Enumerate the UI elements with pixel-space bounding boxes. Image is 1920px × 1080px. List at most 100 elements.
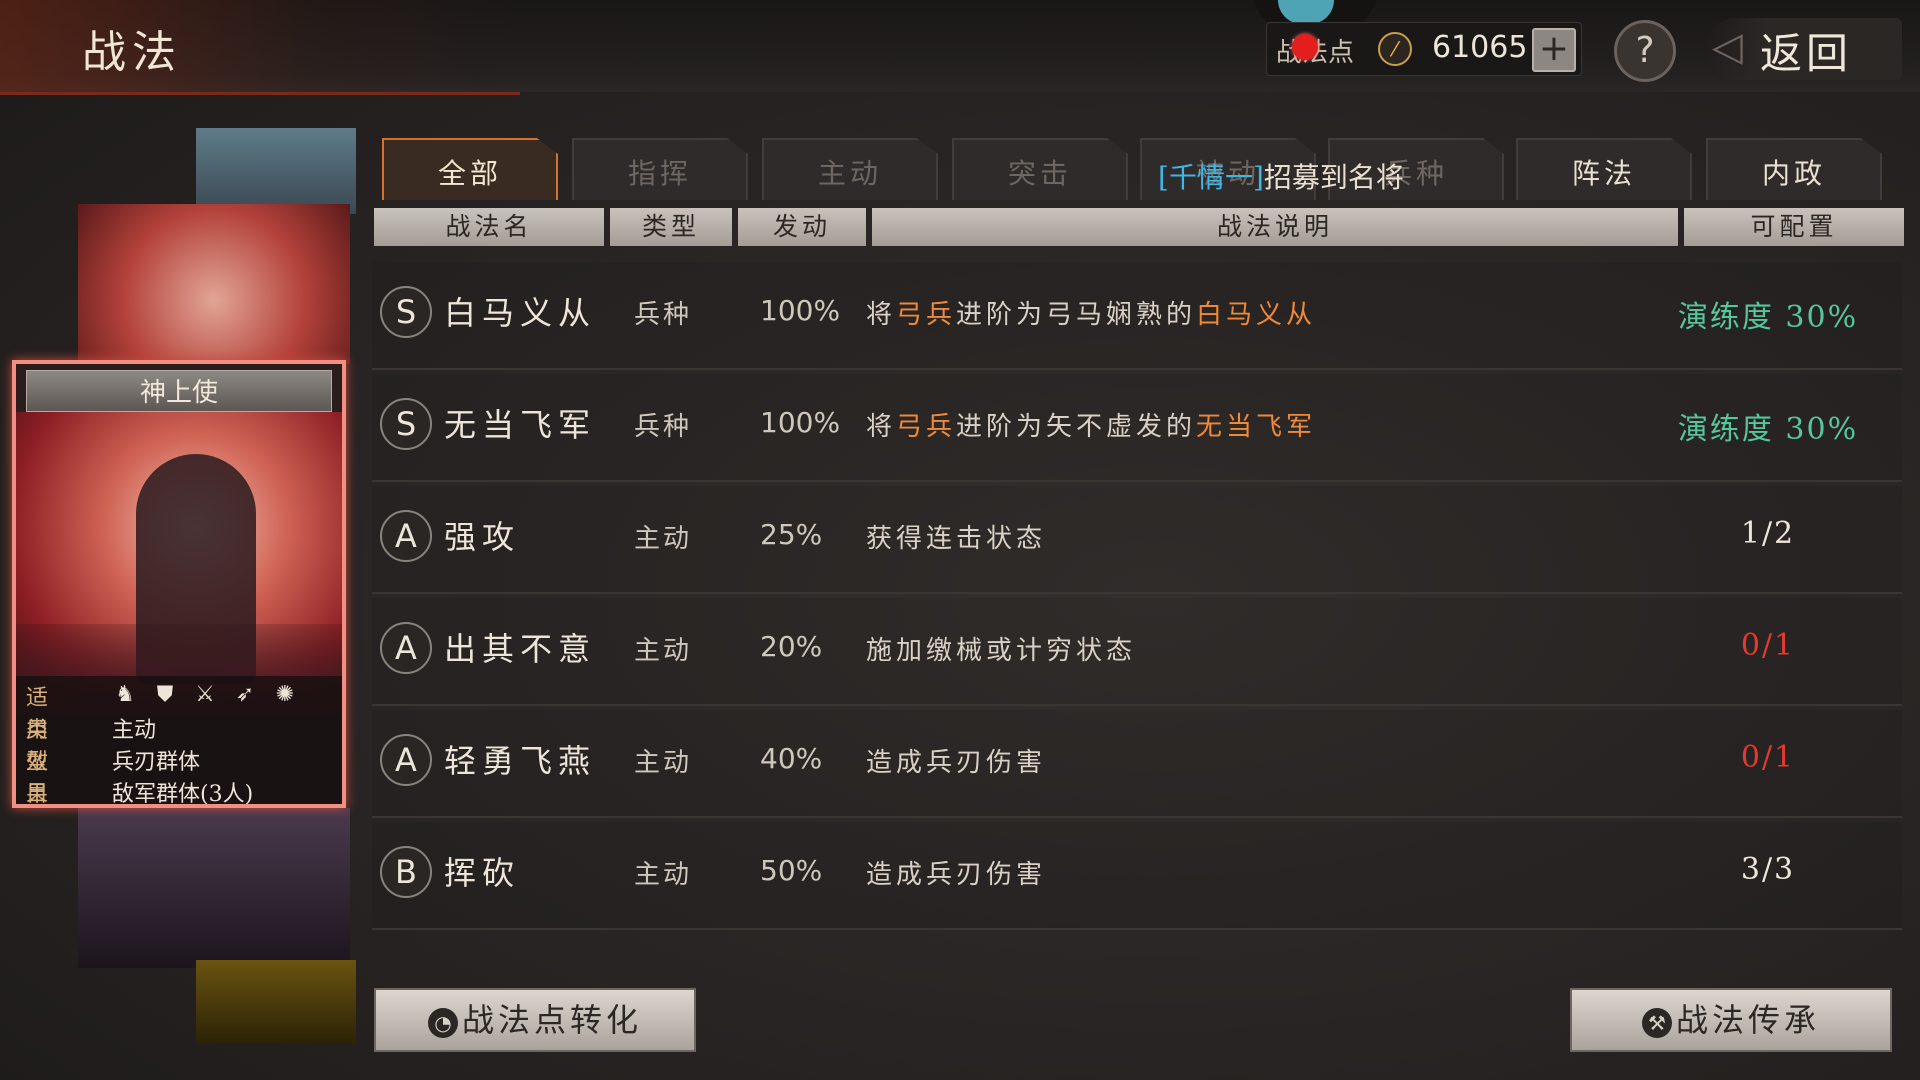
skill-description: 造成兵刃伤害 <box>866 860 1047 890</box>
crossed-swords-icon: ⚔ <box>195 682 215 707</box>
tab-internal[interactable]: 内政 <box>1706 138 1882 200</box>
skill-card-thumbnail[interactable] <box>196 128 356 214</box>
inherit-skill-button[interactable]: ⚒ 战法传承 <box>1570 988 1892 1052</box>
archer-icon: ➶ <box>235 682 255 707</box>
tab-label: 全部 <box>437 157 502 190</box>
question-icon: ? <box>1635 30 1655 71</box>
skill-type: 兵种 <box>634 300 693 330</box>
help-button[interactable]: ? <box>1614 20 1676 82</box>
hammer-icon: ⚒ <box>1641 1007 1672 1038</box>
skill-type: 主动 <box>634 636 693 666</box>
table-row[interactable]: S 无当飞军 兵种 100% 将弓兵进阶为矢不虚发的无当飞军 演练度 30% <box>372 374 1902 482</box>
tab-formation[interactable]: 阵法 <box>1516 138 1692 200</box>
fire-coin-icon: ⁄ <box>1378 32 1412 66</box>
convert-label: 战法点转化 <box>461 1001 642 1039</box>
column-header-type[interactable]: 类型 <box>610 208 732 246</box>
skill-name: 出其不意 <box>444 630 597 668</box>
add-currency-button[interactable]: + <box>1532 28 1576 72</box>
desc-text: 将 <box>866 300 897 330</box>
notice-bracket: [ <box>1158 161 1169 194</box>
column-header-description: 战法说明 <box>872 208 1678 246</box>
skill-name: 无当飞军 <box>444 406 597 444</box>
tab-label: 指挥 <box>627 157 692 190</box>
card-title: 神上使 <box>139 378 218 408</box>
page-title: 战法 <box>82 27 182 78</box>
skill-type: 主动 <box>634 860 693 890</box>
cavalry-icon: ♞ <box>115 682 135 707</box>
siege-icon: ✺ <box>275 682 295 707</box>
recruit-notice: [千情一]招募到名将 <box>1158 156 1404 196</box>
stat-value: 敌军群体(3人) <box>112 782 254 807</box>
tab-command[interactable]: 指挥 <box>572 138 748 200</box>
tab-label: 主动 <box>817 157 882 190</box>
grade-badge: A <box>380 622 432 674</box>
notice-text: 招募到名将 <box>1263 161 1404 194</box>
notice-bracket: ] <box>1252 161 1264 194</box>
title-banner <box>0 0 520 95</box>
skill-type: 兵种 <box>634 412 693 442</box>
currency-value: 61065 <box>1432 30 1528 65</box>
table-row[interactable]: B 挥砍 主动 50% 造成兵刃伤害 3/3 <box>372 822 1902 930</box>
grade-badge: B <box>380 846 432 898</box>
desc-text: 进阶为矢不虚发的 <box>956 412 1197 442</box>
skill-rate: 40% <box>760 742 823 775</box>
selected-skill-card[interactable]: 神上使 适用 ♞ ⛊ ⚔ ➶ ✺ 类型 主动 效果 兵刃群体 目标 敌军群体(3… <box>12 360 346 808</box>
skill-type: 主动 <box>634 748 693 778</box>
table-row[interactable]: S 白马义从 兵种 100% 将弓兵进阶为弓马娴熟的白马义从 演练度 30% <box>372 262 1902 370</box>
skill-rate: 100% <box>760 294 841 327</box>
skill-rate: 20% <box>760 630 823 663</box>
tab-label: 阵法 <box>1571 157 1636 190</box>
desc-highlight: 白马义从 <box>1196 300 1317 330</box>
skill-card-thumbnail[interactable] <box>78 808 350 968</box>
back-arrow-icon: ◁ <box>1712 24 1743 70</box>
skill-name: 白马义从 <box>444 294 597 332</box>
grade-badge: A <box>380 734 432 786</box>
convert-points-button[interactable]: ◔ 战法点转化 <box>374 988 696 1052</box>
skill-name: 挥砍 <box>444 854 521 892</box>
desc-highlight: 弓兵 <box>896 412 957 442</box>
skill-slot-status: 0/1 <box>1740 628 1796 663</box>
stat-key: 目标 <box>26 782 49 807</box>
skill-slot-status: 3/3 <box>1740 852 1796 887</box>
stat-value: 主动 <box>112 718 157 743</box>
tab-label: 内政 <box>1761 157 1826 190</box>
skill-rate: 25% <box>760 518 823 551</box>
column-header-trigger[interactable]: 发动 <box>738 208 866 246</box>
tab-active[interactable]: 主动 <box>762 138 938 200</box>
desc-text: 将 <box>866 412 897 442</box>
grade-badge: S <box>380 286 432 338</box>
skill-name: 强攻 <box>444 518 521 556</box>
column-header-name[interactable]: 战法名 <box>374 208 604 246</box>
card-stats-panel: 适用 ♞ ⛊ ⚔ ➶ ✺ 类型 主动 效果 兵刃群体 目标 敌军群体(3人) <box>16 676 342 807</box>
stat-value: 兵刃群体 <box>112 750 201 775</box>
notification-dot <box>1292 34 1318 60</box>
back-label[interactable]: 返回 <box>1760 20 1852 81</box>
tab-label: 突击 <box>1007 157 1072 190</box>
skill-rate: 100% <box>760 406 841 439</box>
desc-highlight: 弓兵 <box>896 300 957 330</box>
skill-slot-status: 1/2 <box>1740 516 1796 551</box>
desc-text: 进阶为弓马娴熟的 <box>956 300 1197 330</box>
shield-icon: ⛊ <box>156 682 174 707</box>
skill-description: 将弓兵进阶为矢不虚发的无当飞军 <box>866 406 1316 443</box>
skill-card-thumbnail[interactable] <box>78 204 350 364</box>
tab-assault[interactable]: 突击 <box>952 138 1128 200</box>
desc-highlight: 无当飞军 <box>1196 412 1317 442</box>
grade-badge: A <box>380 510 432 562</box>
column-header-slots[interactable]: 可配置 <box>1684 208 1904 246</box>
skill-slot-status: 演练度 30% <box>1677 412 1859 447</box>
skill-description: 将弓兵进阶为弓马娴熟的白马义从 <box>866 294 1316 331</box>
tab-all[interactable]: 全部 <box>382 138 558 200</box>
table-row[interactable]: A 出其不意 主动 20% 施加缴械或计穷状态 0/1 <box>372 598 1902 706</box>
inherit-label: 战法传承 <box>1675 1001 1820 1039</box>
table-row[interactable]: A 强攻 主动 25% 获得连击状态 1/2 <box>372 486 1902 594</box>
fire-coin-icon: ◔ <box>427 1007 458 1038</box>
skill-description: 施加缴械或计穷状态 <box>866 636 1137 666</box>
table-row[interactable]: A 轻勇飞燕 主动 40% 造成兵刃伤害 0/1 <box>372 710 1902 818</box>
skill-name: 轻勇飞燕 <box>444 742 597 780</box>
skill-description: 获得连击状态 <box>866 524 1047 554</box>
skill-card-thumbnail[interactable] <box>196 960 356 1044</box>
skill-slot-status: 演练度 30% <box>1677 300 1859 335</box>
grade-badge: S <box>380 398 432 450</box>
skill-description: 造成兵刃伤害 <box>866 748 1047 778</box>
